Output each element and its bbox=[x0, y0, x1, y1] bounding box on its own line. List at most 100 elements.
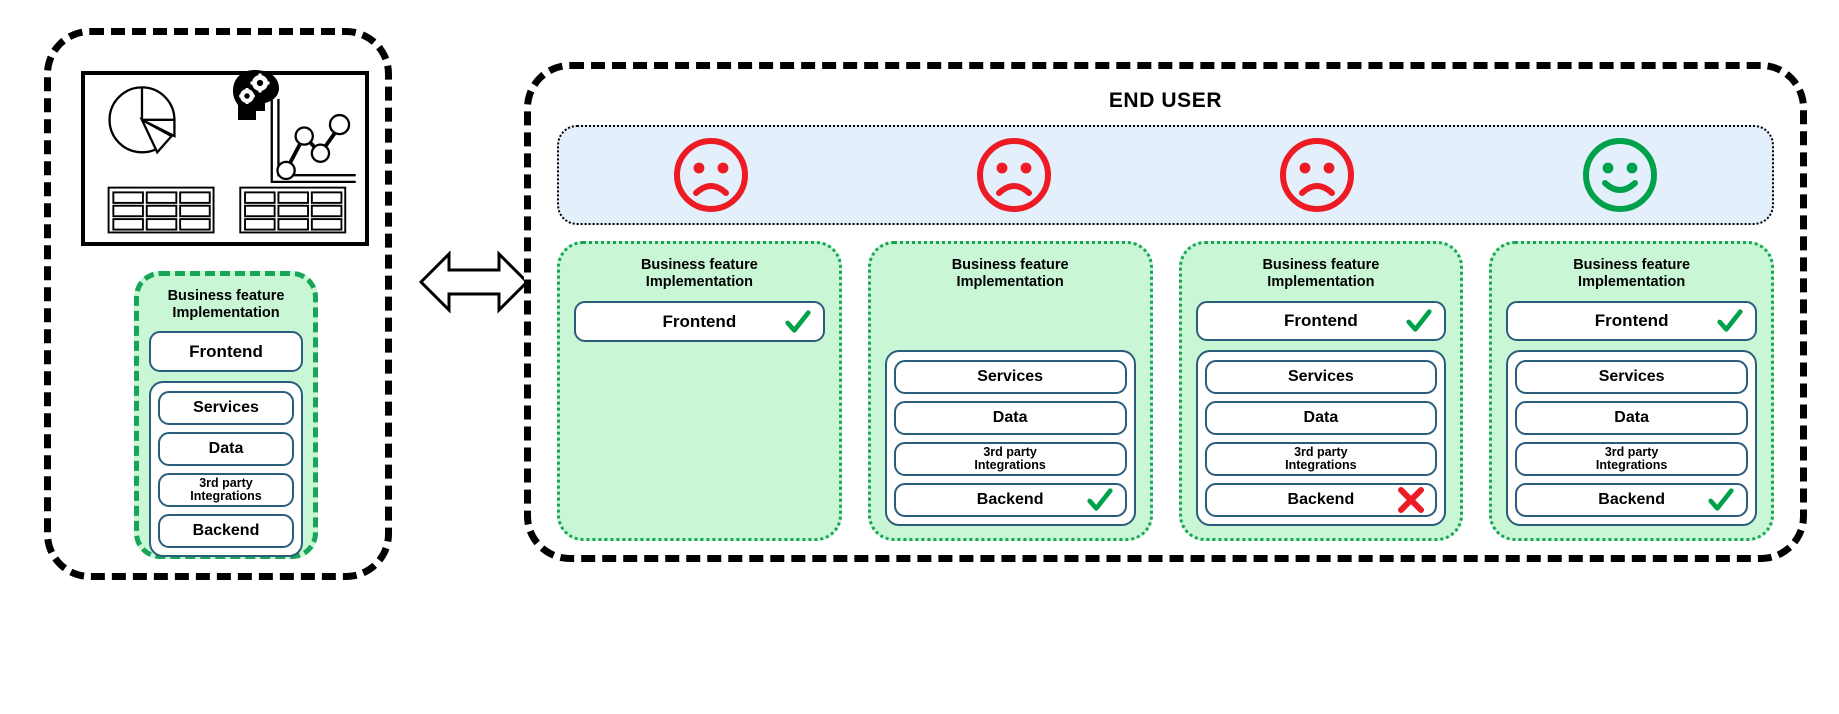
card-title-line2: Implementation bbox=[1267, 274, 1375, 291]
cross-icon bbox=[1398, 487, 1425, 513]
card-title-line1: Business feature bbox=[1573, 257, 1691, 273]
data-pill[interactable]: Data bbox=[893, 401, 1127, 435]
implementation-card: Business feature Implementation Frontend… bbox=[1489, 241, 1774, 541]
backend-label: Backend bbox=[1287, 491, 1355, 508]
backend-pill[interactable]: Backend bbox=[1204, 483, 1438, 517]
left-services-label: Services bbox=[193, 399, 259, 417]
services-label: Services bbox=[977, 368, 1044, 385]
sad-face-icon bbox=[1280, 138, 1355, 212]
backend-pill[interactable]: Backend bbox=[1515, 483, 1748, 517]
left-services-pill[interactable]: Services bbox=[158, 391, 294, 426]
left-backend-stack: Services Data 3rd party Integrations Bac… bbox=[149, 381, 303, 558]
check-icon bbox=[1708, 488, 1734, 511]
third-party-label-line1: 3rd party bbox=[1294, 444, 1348, 459]
left-frontend-label: Frontend bbox=[189, 341, 263, 361]
left-backend-label: Backend bbox=[192, 522, 260, 540]
card-title: Business feature Implementation bbox=[885, 257, 1136, 291]
third-party-label: 3rd party Integrations bbox=[1285, 444, 1357, 473]
card-title: Business feature Implementation bbox=[1506, 257, 1757, 291]
end-user-title: END USER bbox=[1108, 89, 1223, 112]
left-data-pill[interactable]: Data bbox=[158, 432, 294, 467]
dashboard-illustration bbox=[81, 70, 369, 246]
brain-gears-head-icon bbox=[233, 70, 279, 120]
face-cell bbox=[559, 135, 862, 215]
frontend-label: Frontend bbox=[1284, 311, 1358, 331]
frontend-label: Frontend bbox=[1594, 311, 1669, 331]
check-icon bbox=[1086, 488, 1113, 511]
left-third-party-label-line2: Integrations bbox=[190, 489, 262, 504]
third-party-label-line2: Integrations bbox=[1595, 458, 1668, 472]
double-headed-arrow-icon bbox=[419, 250, 529, 314]
left-third-party-label: 3rd party Integrations bbox=[190, 475, 262, 504]
services-pill[interactable]: Services bbox=[1515, 360, 1748, 394]
left-feature-title-line2: Implementation bbox=[172, 305, 280, 322]
card-title-line1: Business feature bbox=[1262, 257, 1380, 273]
third-party-label: 3rd party Integrations bbox=[974, 444, 1046, 473]
card-spacer bbox=[574, 342, 825, 526]
end-user-face-band bbox=[557, 125, 1774, 225]
frontend-pill[interactable]: Frontend bbox=[1195, 301, 1447, 341]
left-data-label: Data bbox=[208, 440, 244, 458]
right-panel-frame: END USER Business feature Implementation… bbox=[524, 62, 1807, 562]
services-pill[interactable]: Services bbox=[893, 360, 1127, 394]
check-icon bbox=[1717, 309, 1743, 332]
services-label: Services bbox=[1287, 368, 1354, 385]
card-title: Business feature Implementation bbox=[574, 257, 825, 291]
frontend-pill[interactable]: Frontend bbox=[574, 301, 825, 343]
card-title: Business feature Implementation bbox=[1196, 257, 1447, 291]
services-pill[interactable]: Services bbox=[1204, 360, 1438, 394]
card-title-line2: Implementation bbox=[1578, 274, 1686, 291]
sad-face-icon bbox=[673, 138, 748, 212]
data-label: Data bbox=[992, 409, 1028, 426]
backend-stack: Services Data 3rd party Integrations Bac… bbox=[884, 350, 1136, 526]
sad-face-icon bbox=[976, 138, 1051, 212]
backend-stack: Services Data 3rd party Integrations Bac… bbox=[1506, 350, 1757, 526]
backend-stack: Services Data 3rd party Integrations Bac… bbox=[1195, 350, 1447, 526]
left-feature-title-line1: Business feature bbox=[167, 288, 285, 304]
check-icon bbox=[785, 310, 811, 333]
face-cell bbox=[1166, 135, 1469, 215]
frontend-pill[interactable]: Frontend bbox=[1506, 301, 1757, 341]
happy-face-icon bbox=[1583, 138, 1658, 212]
backend-pill[interactable]: Backend bbox=[893, 483, 1127, 517]
card-title-line1: Business feature bbox=[640, 257, 758, 273]
card-spacer-top bbox=[885, 301, 1136, 341]
diagram-canvas: Business feature Implementation Frontend… bbox=[0, 0, 1839, 714]
table-grid-icon bbox=[239, 186, 347, 234]
third-party-label-line2: Integrations bbox=[974, 458, 1046, 472]
left-panel-frame: Business feature Implementation Frontend… bbox=[44, 28, 392, 580]
data-pill[interactable]: Data bbox=[1204, 401, 1438, 435]
third-party-label: 3rd party Integrations bbox=[1595, 444, 1668, 473]
third-party-pill[interactable]: 3rd party Integrations bbox=[1204, 442, 1438, 476]
third-party-label-line1: 3rd party bbox=[983, 444, 1037, 459]
card-title-line2: Implementation bbox=[956, 274, 1064, 291]
card-title-line1: Business feature bbox=[951, 257, 1069, 273]
left-third-party-label-line1: 3rd party bbox=[199, 475, 253, 490]
data-label: Data bbox=[1614, 409, 1649, 426]
left-feature-title: Business feature Implementation bbox=[149, 288, 303, 322]
frontend-label: Frontend bbox=[662, 311, 737, 331]
left-third-party-pill[interactable]: 3rd party Integrations bbox=[158, 473, 294, 508]
left-frontend-pill[interactable]: Frontend bbox=[149, 331, 303, 373]
implementation-card: Business feature Implementation Frontend bbox=[557, 241, 842, 541]
third-party-pill[interactable]: 3rd party Integrations bbox=[1515, 442, 1748, 476]
backend-label: Backend bbox=[1598, 491, 1665, 508]
implementation-cards-row: Business feature Implementation Frontend… bbox=[557, 241, 1774, 541]
services-label: Services bbox=[1598, 368, 1665, 385]
third-party-label-line1: 3rd party bbox=[1604, 444, 1659, 459]
implementation-card: Business feature Implementation Services… bbox=[867, 241, 1153, 541]
face-cell bbox=[862, 135, 1165, 215]
backend-label: Backend bbox=[976, 491, 1044, 508]
face-cell bbox=[1469, 135, 1772, 215]
table-grid-icon bbox=[107, 186, 215, 234]
pie-chart-icon bbox=[108, 86, 176, 155]
third-party-label-line2: Integrations bbox=[1285, 458, 1357, 472]
data-label: Data bbox=[1303, 409, 1339, 426]
third-party-pill[interactable]: 3rd party Integrations bbox=[893, 442, 1127, 476]
data-pill[interactable]: Data bbox=[1515, 401, 1748, 435]
left-backend-pill[interactable]: Backend bbox=[158, 514, 294, 549]
check-icon bbox=[1406, 309, 1432, 332]
card-title-line2: Implementation bbox=[645, 274, 753, 291]
implementation-card: Business feature Implementation Frontend… bbox=[1178, 241, 1464, 541]
left-business-feature-box: Business feature Implementation Frontend… bbox=[134, 271, 318, 559]
